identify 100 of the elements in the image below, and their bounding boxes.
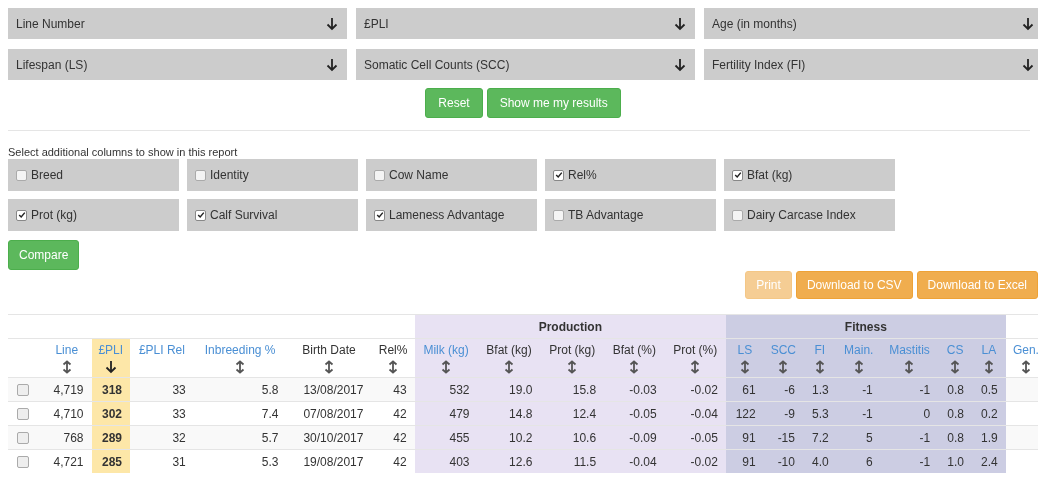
row-checkbox[interactable] <box>17 384 29 397</box>
filter-dropdown[interactable]: Somatic Cell Counts (SCC) <box>356 49 695 80</box>
table-cell: 0.8 <box>947 430 964 445</box>
group-header: Fitness <box>725 314 1006 339</box>
column-header[interactable]: Birth Date <box>290 343 368 357</box>
table-cell: -1 <box>919 454 931 469</box>
column-header[interactable]: Inbreeding % <box>197 343 283 357</box>
group-header: Production <box>414 314 726 339</box>
table-cell: 1.9 <box>981 430 998 445</box>
column-option[interactable]: Cow Name <box>366 159 537 191</box>
table-cell: 61 <box>742 382 756 397</box>
checkbox[interactable] <box>195 169 206 181</box>
table-cell: -0.03 <box>629 382 657 397</box>
sort-icon[interactable] <box>739 360 750 374</box>
table-cell: 12.6 <box>509 454 533 469</box>
table-cell: 42 <box>393 454 407 469</box>
table-cell: -0.05 <box>690 430 718 445</box>
table-cell: 07/08/2017 <box>303 406 364 421</box>
table-cell: 43 <box>393 382 407 397</box>
checkbox[interactable] <box>732 209 743 221</box>
sort-icon[interactable] <box>853 360 864 374</box>
sort-icon[interactable] <box>983 360 994 374</box>
checkbox[interactable] <box>16 169 27 181</box>
filter-dropdown[interactable]: Line Number <box>8 8 347 39</box>
sort-icon[interactable] <box>690 360 701 374</box>
table-cell: 15.8 <box>572 382 597 397</box>
sort-down-icon[interactable] <box>104 360 117 374</box>
sort-icon[interactable] <box>778 360 789 374</box>
table-cell: -0.09 <box>629 430 657 445</box>
table-cell: 6 <box>866 454 873 469</box>
table-cell: 479 <box>449 406 470 421</box>
column-option[interactable]: Breed <box>8 159 179 191</box>
sort-icon[interactable] <box>904 360 915 374</box>
table-cell: 0 <box>923 406 931 421</box>
filter-dropdown[interactable]: Age (in months) <box>704 8 1038 39</box>
down-arrow-icon <box>326 16 338 31</box>
sort-icon[interactable] <box>629 360 640 374</box>
checkbox[interactable] <box>195 209 206 221</box>
down-arrow-icon <box>674 16 686 31</box>
table-cell: 532 <box>449 382 470 397</box>
table-cell: 0.8 <box>947 382 964 397</box>
sort-icon[interactable] <box>504 360 514 374</box>
table-cell: 33 <box>172 382 186 397</box>
column-option[interactable]: TB Advantage <box>545 199 716 231</box>
column-header[interactable]: Rel% <box>375 343 411 357</box>
table-cell: 32 <box>172 430 186 445</box>
sort-icon[interactable] <box>61 360 72 374</box>
table-cell: 19.0 <box>509 382 533 397</box>
filter-dropdown[interactable]: Lifespan (LS) <box>8 49 347 80</box>
table-cell: 30/10/2017 <box>303 430 364 445</box>
table-cell: -0.02 <box>690 382 718 397</box>
column-option[interactable]: Calf Survival <box>187 199 358 231</box>
column-option[interactable]: Dairy Carcase Index <box>724 199 895 231</box>
down-arrow-icon <box>1022 16 1034 31</box>
column-header[interactable]: Gen. <box>1009 343 1038 357</box>
table-cell: -0.05 <box>629 406 657 421</box>
column-option[interactable]: Rel% <box>545 159 716 191</box>
row-checkbox[interactable] <box>17 408 29 421</box>
checkbox[interactable] <box>374 209 385 221</box>
table-cell: 42 <box>393 406 407 421</box>
down-arrow-icon <box>1022 57 1034 72</box>
table-cell: -9 <box>784 406 795 421</box>
checkbox[interactable] <box>732 169 743 181</box>
sort-icon[interactable] <box>567 360 578 374</box>
sort-icon[interactable] <box>441 360 452 374</box>
checkbox[interactable] <box>16 209 27 221</box>
checkbox[interactable] <box>553 209 564 221</box>
table-cell: 768 <box>63 430 84 445</box>
row-checkbox[interactable] <box>17 456 29 469</box>
filter-dropdown[interactable]: Fertility Index (FI) <box>704 49 1038 80</box>
sort-icon[interactable] <box>814 360 825 374</box>
column-option[interactable]: Prot (kg) <box>8 199 179 231</box>
table-cell: 455 <box>449 430 470 445</box>
sort-icon[interactable] <box>950 360 961 374</box>
table-cell: 33 <box>172 406 186 421</box>
table-cell: 12.4 <box>572 406 597 421</box>
sort-icon[interactable] <box>235 360 246 374</box>
column-option[interactable]: Bfat (kg) <box>724 159 895 191</box>
table-cell: -0.04 <box>629 454 657 469</box>
sort-icon[interactable] <box>1020 360 1031 374</box>
table-cell: 91 <box>742 454 756 469</box>
checkbox[interactable] <box>374 169 385 181</box>
table-cell: 10.6 <box>572 430 597 445</box>
down-arrow-icon <box>326 57 338 72</box>
table-cell: -1 <box>919 430 931 445</box>
filter-dropdown[interactable]: £PLI <box>356 8 695 39</box>
table-cell: 285 <box>102 454 123 469</box>
column-option[interactable]: Lameness Advantage <box>366 199 537 231</box>
column-option[interactable]: Identity <box>187 159 358 191</box>
checkbox[interactable] <box>553 169 564 181</box>
table-cell: -0.02 <box>690 454 718 469</box>
table-cell: 2.4 <box>981 454 998 469</box>
column-header[interactable]: Line <box>46 343 88 357</box>
table-cell: 31 <box>172 454 186 469</box>
table-cell: -1 <box>919 382 931 397</box>
sort-icon[interactable] <box>388 360 399 374</box>
table-cell: 5.3 <box>261 454 279 469</box>
sort-icon[interactable] <box>324 360 334 374</box>
table-cell: 4,721 <box>53 454 84 469</box>
row-checkbox[interactable] <box>17 432 29 445</box>
